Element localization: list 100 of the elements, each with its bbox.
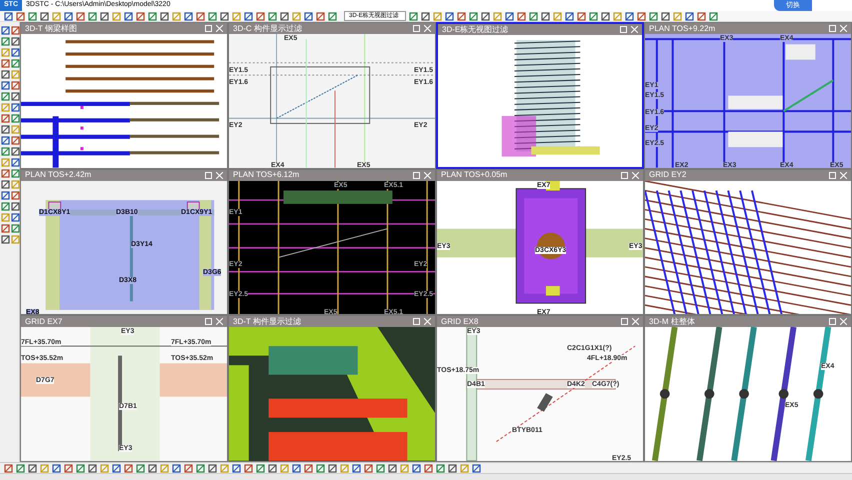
tool-icon[interactable] (445, 12, 454, 20)
tool-icon[interactable] (388, 464, 397, 472)
tool-icon[interactable] (244, 12, 253, 20)
tool-icon[interactable] (232, 464, 241, 472)
close-icon[interactable] (216, 318, 223, 326)
tool-icon[interactable] (16, 12, 25, 20)
tool-icon[interactable] (100, 12, 109, 20)
close-icon[interactable] (632, 172, 639, 179)
tool-icon[interactable] (184, 464, 193, 472)
tool-icon[interactable] (661, 12, 670, 20)
tool-icon[interactable] (589, 12, 598, 20)
tool-icon[interactable] (649, 12, 658, 20)
tool-icon[interactable] (304, 464, 313, 472)
tool-icon[interactable] (1, 180, 10, 189)
tool-icon[interactable] (160, 12, 169, 20)
tool-icon[interactable] (28, 464, 37, 472)
viewport-panel[interactable]: 3D-T 构件显示过滤 (228, 315, 436, 462)
close-icon[interactable] (424, 318, 431, 326)
viewport-panel[interactable]: 3D-E栋无视图过滤 (436, 22, 644, 169)
tool-icon[interactable] (10, 169, 20, 178)
tool-icon[interactable] (10, 92, 20, 101)
tool-icon[interactable] (292, 464, 301, 472)
tool-icon[interactable] (436, 464, 445, 472)
tool-icon[interactable] (88, 12, 97, 20)
tool-icon[interactable] (10, 26, 20, 35)
tool-icon[interactable] (10, 191, 20, 200)
tool-icon[interactable] (136, 464, 145, 472)
tool-icon[interactable] (10, 202, 20, 211)
tool-icon[interactable] (10, 224, 20, 233)
tool-icon[interactable] (184, 12, 193, 20)
tool-icon[interactable] (697, 12, 706, 20)
tool-icon[interactable] (1, 114, 10, 123)
tool-icon[interactable] (64, 12, 73, 20)
tool-icon[interactable] (412, 464, 421, 472)
tool-icon[interactable] (637, 12, 646, 20)
tool-icon[interactable] (1, 224, 10, 233)
tool-icon[interactable] (280, 12, 289, 20)
viewport-panel[interactable]: GRID EY2 (644, 168, 852, 316)
tool-icon[interactable] (88, 464, 97, 472)
tool-icon[interactable] (76, 12, 85, 20)
close-icon[interactable] (631, 26, 638, 33)
close-icon[interactable] (632, 318, 639, 326)
tool-icon[interactable] (685, 12, 694, 20)
tool-icon[interactable] (1, 202, 10, 211)
tool-icon[interactable] (148, 12, 157, 20)
tool-icon[interactable] (1, 125, 10, 134)
tool-icon[interactable] (364, 464, 373, 472)
tool-icon[interactable] (4, 12, 13, 20)
tool-icon[interactable] (208, 12, 217, 20)
tool-icon[interactable] (469, 12, 478, 20)
tool-icon[interactable] (268, 464, 277, 472)
tool-icon[interactable] (565, 12, 574, 20)
tool-icon[interactable] (328, 12, 337, 20)
tool-icon[interactable] (4, 464, 13, 472)
tool-icon[interactable] (505, 12, 514, 20)
tool-icon[interactable] (1, 81, 10, 90)
close-icon[interactable] (424, 172, 431, 179)
tool-icon[interactable] (268, 12, 277, 20)
tool-icon[interactable] (28, 12, 37, 20)
close-icon[interactable] (216, 25, 223, 32)
tool-icon[interactable] (196, 12, 205, 20)
close-icon[interactable] (216, 172, 223, 179)
maximize-icon[interactable] (413, 172, 420, 179)
tool-icon[interactable] (472, 464, 481, 472)
tool-icon[interactable] (244, 464, 253, 472)
maximize-icon[interactable] (413, 25, 420, 32)
tool-icon[interactable] (124, 464, 133, 472)
tool-icon[interactable] (172, 464, 181, 472)
tool-icon[interactable] (1, 37, 10, 46)
maximize-icon[interactable] (205, 25, 212, 32)
tool-icon[interactable] (376, 464, 385, 472)
close-icon[interactable] (840, 25, 847, 32)
tool-icon[interactable] (10, 147, 20, 156)
tool-icon[interactable] (196, 464, 205, 472)
tool-icon[interactable] (16, 464, 25, 472)
tool-icon[interactable] (409, 12, 418, 20)
maximize-icon[interactable] (829, 318, 836, 326)
tool-icon[interactable] (10, 158, 20, 167)
tool-icon[interactable] (424, 464, 433, 472)
tool-icon[interactable] (1, 136, 10, 145)
tool-icon[interactable] (220, 12, 229, 20)
tool-icon[interactable] (124, 12, 133, 20)
tool-icon[interactable] (256, 464, 265, 472)
maximize-icon[interactable] (205, 172, 212, 179)
tool-icon[interactable] (64, 464, 73, 472)
tool-icon[interactable] (1, 26, 10, 35)
tool-icon[interactable] (601, 12, 610, 20)
tool-icon[interactable] (10, 48, 20, 57)
tool-icon[interactable] (1, 70, 10, 79)
tool-icon[interactable] (10, 59, 20, 68)
tool-icon[interactable] (10, 114, 20, 123)
tool-icon[interactable] (625, 12, 634, 20)
tool-icon[interactable] (10, 81, 20, 90)
tool-icon[interactable] (1, 92, 10, 101)
maximize-icon[interactable] (620, 26, 627, 33)
maximize-icon[interactable] (413, 318, 420, 326)
tool-icon[interactable] (76, 464, 85, 472)
tool-icon[interactable] (40, 12, 49, 20)
maximize-icon[interactable] (205, 318, 212, 326)
tool-icon[interactable] (529, 12, 538, 20)
